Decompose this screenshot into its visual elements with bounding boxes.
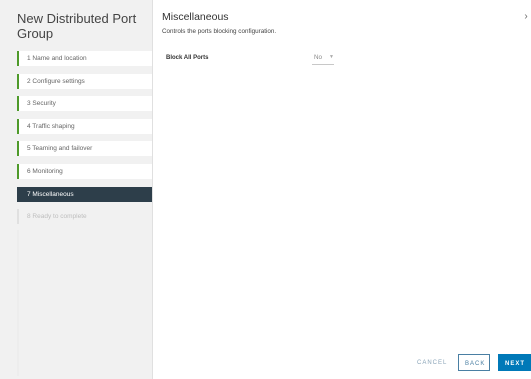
- close-icon[interactable]: ›: [521, 12, 531, 22]
- wizard-steps: 1 Name and location 2 Configure settings…: [17, 51, 152, 232]
- block-all-ports-select[interactable]: No ▼: [312, 53, 334, 65]
- step-security[interactable]: 3 Security: [17, 96, 152, 112]
- step-traffic-shaping[interactable]: 4 Traffic shaping: [17, 118, 152, 134]
- wizard-footer: CANCEL BACK NEXT: [152, 354, 531, 372]
- back-button[interactable]: BACK: [458, 354, 490, 371]
- wizard-sidebar: New Distributed Port Group 1 Name and lo…: [0, 0, 153, 379]
- step-name-and-location[interactable]: 1 Name and location: [17, 51, 152, 66]
- page-title: Miscellaneous: [162, 11, 229, 23]
- next-button[interactable]: NEXT: [498, 354, 531, 371]
- step-miscellaneous[interactable]: 7 Miscellaneous: [17, 186, 152, 202]
- step-ready-to-complete: 8 Ready to complete: [17, 209, 152, 225]
- cancel-button[interactable]: CANCEL: [411, 354, 446, 371]
- step-track-divider: [17, 230, 19, 376]
- block-all-ports-label: Block All Ports: [166, 55, 209, 61]
- wizard-content: Miscellaneous Controls the ports blockin…: [152, 0, 531, 379]
- step-monitoring[interactable]: 6 Monitoring: [17, 163, 152, 179]
- wizard-title: New Distributed Port Group: [17, 11, 137, 41]
- chevron-down-icon: ▼: [329, 54, 334, 60]
- step-configure-settings[interactable]: 2 Configure settings: [17, 73, 152, 89]
- block-all-ports-value: No: [314, 54, 323, 61]
- page-description: Controls the ports blocking configuratio…: [162, 28, 277, 35]
- step-teaming-and-failover[interactable]: 5 Teaming and failover: [17, 141, 152, 157]
